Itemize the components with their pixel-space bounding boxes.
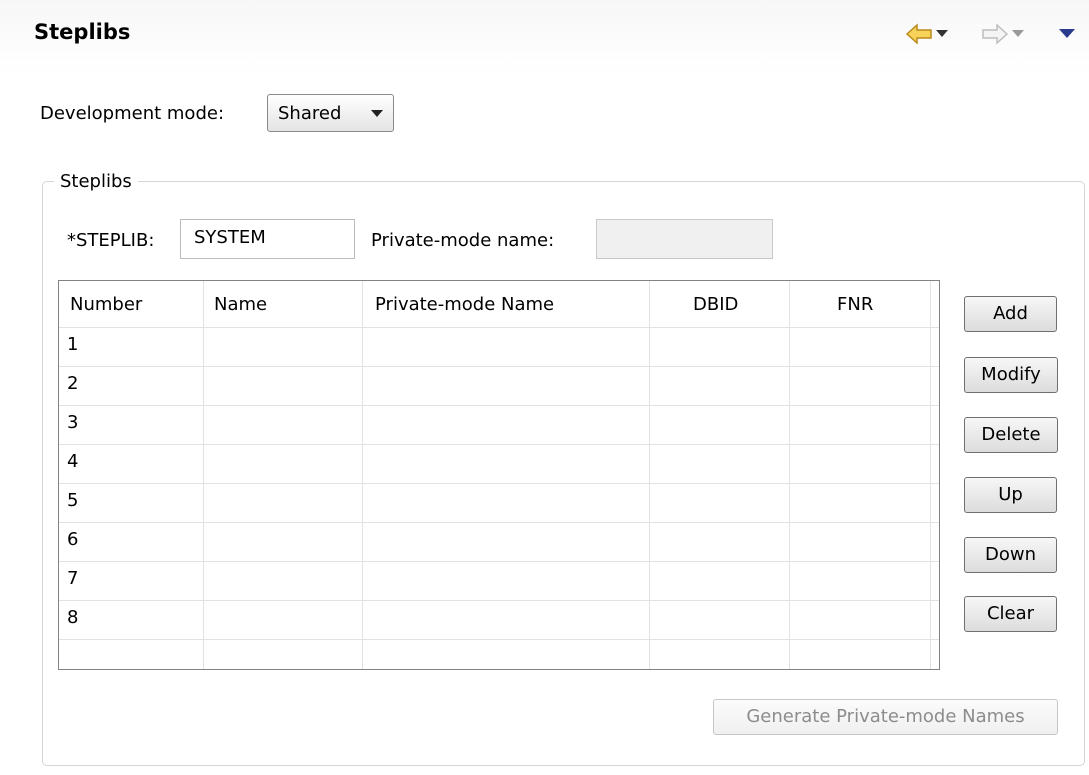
development-mode-select[interactable]: Shared bbox=[267, 94, 394, 132]
view-menu-icon[interactable] bbox=[1059, 29, 1075, 53]
clear-button[interactable]: Clear bbox=[964, 596, 1057, 632]
column-header-number[interactable]: Number bbox=[70, 294, 142, 315]
steplib-table[interactable]: Number Name Private-mode Name DBID FNR 1… bbox=[58, 280, 940, 670]
modify-button[interactable]: Modify bbox=[964, 357, 1058, 393]
table-row[interactable]: 5 bbox=[59, 484, 939, 523]
row-number: 5 bbox=[67, 490, 79, 511]
delete-button[interactable]: Delete bbox=[964, 417, 1058, 453]
table-row[interactable]: 1 bbox=[59, 328, 939, 367]
down-button[interactable]: Down bbox=[964, 537, 1057, 573]
column-header-name[interactable]: Name bbox=[214, 294, 267, 315]
row-number: 1 bbox=[67, 334, 79, 355]
row-number: 3 bbox=[67, 412, 79, 433]
table-row[interactable]: 7 bbox=[59, 562, 939, 601]
row-number: 4 bbox=[67, 451, 79, 472]
row-number: 6 bbox=[67, 529, 79, 550]
generate-private-mode-names-button[interactable]: Generate Private-mode Names bbox=[713, 699, 1058, 735]
row-number: 8 bbox=[67, 607, 79, 628]
table-row[interactable]: 2 bbox=[59, 367, 939, 406]
private-mode-name-input[interactable] bbox=[596, 219, 773, 259]
table-row[interactable]: 3 bbox=[59, 406, 939, 445]
steplib-label: *STEPLIB: bbox=[67, 230, 155, 251]
page-title: Steplibs bbox=[34, 20, 131, 44]
table-header: Number Name Private-mode Name DBID FNR bbox=[59, 281, 939, 328]
up-button[interactable]: Up bbox=[964, 477, 1057, 513]
development-mode-value: Shared bbox=[278, 102, 342, 124]
steplibs-group-title: Steplibs bbox=[54, 171, 138, 192]
back-history-dropdown-icon[interactable] bbox=[936, 30, 948, 54]
row-number: 7 bbox=[67, 568, 79, 589]
steplib-input[interactable]: SYSTEM bbox=[180, 219, 355, 259]
add-button[interactable]: Add bbox=[964, 296, 1057, 332]
column-header-dbid[interactable]: DBID bbox=[693, 294, 738, 315]
table-row[interactable]: 8 bbox=[59, 601, 939, 640]
private-mode-name-label: Private-mode name: bbox=[371, 230, 555, 251]
development-mode-label: Development mode: bbox=[40, 103, 225, 124]
column-header-private-mode-name[interactable]: Private-mode Name bbox=[375, 294, 554, 315]
row-number: 2 bbox=[67, 373, 79, 394]
table-row[interactable]: 4 bbox=[59, 445, 939, 484]
chevron-down-icon bbox=[371, 110, 383, 117]
column-header-fnr[interactable]: FNR bbox=[837, 294, 873, 315]
table-row[interactable]: 6 bbox=[59, 523, 939, 562]
back-arrow-icon[interactable] bbox=[905, 22, 933, 46]
forward-history-dropdown-icon[interactable] bbox=[1012, 30, 1024, 54]
forward-arrow-icon[interactable] bbox=[981, 22, 1009, 46]
